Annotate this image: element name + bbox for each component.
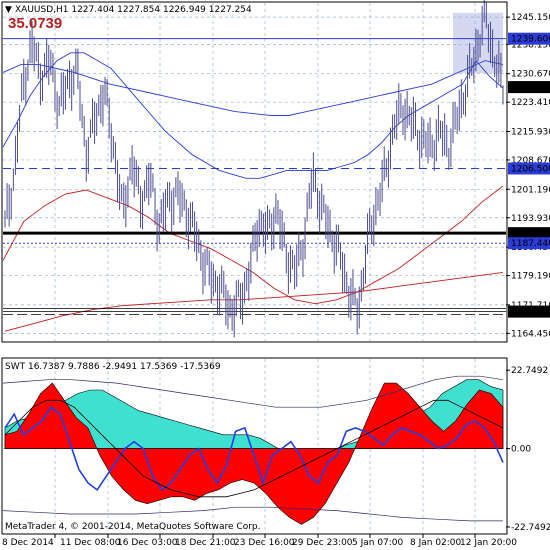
indicator-header: SWT 16.7387 9.7886 -2.9491 17.5369 -17.5… [5, 362, 221, 372]
price-tick-label: 1230.670 [511, 70, 550, 80]
price-tick-label: 1215.930 [511, 127, 550, 137]
time-tick-label: 11 Dec 08:00 [60, 538, 121, 548]
overlay-value: 35.0739 [8, 15, 62, 32]
time-tick-label: 18 Dec 21:00 [175, 538, 236, 548]
price-tick-label: 1245.150 [511, 13, 550, 23]
collapse-arrow-icon[interactable]: ▼ [5, 5, 12, 15]
level-label: 1239.600 [511, 35, 550, 45]
time-tick-label: 5 Jan 07:00 [352, 538, 404, 548]
price-tick-label: 1193.930 [511, 214, 550, 224]
level-label: 1187.440 [511, 239, 550, 249]
price-tick-label: 1201.190 [511, 185, 550, 195]
copyright-text: MetaTrader 4, © 2001-2014, MetaQuotes So… [5, 522, 261, 532]
current-price-label: 1227.254 [511, 83, 550, 93]
level-label: 1170.000 [511, 308, 550, 318]
ind-tick-label: 0.00 [511, 445, 531, 455]
price-tick-label: 1223.410 [511, 98, 550, 108]
time-tick-label: 8 Jan 02:00 [410, 538, 462, 548]
level-label: 1206.500 [511, 164, 550, 174]
time-tick-label: 12 Jan 20:00 [460, 538, 517, 548]
time-tick-label: 23 Dec 16:00 [234, 538, 295, 548]
time-tick-label: 29 Dec 23:00 [292, 538, 353, 548]
time-tick-label: 8 Dec 2014 [2, 538, 54, 548]
price-tick-label: 1179.190 [511, 272, 550, 282]
symbol-info-header: XAUUSD,H1 1227.404 1227.854 1226.949 122… [15, 5, 252, 15]
trading-chart: 1245.1501238.1501230.6701223.4101215.930… [0, 0, 550, 550]
ind-tick-label: -22.7492 [511, 523, 550, 533]
price-tick-label: 1164.450 [511, 329, 550, 339]
time-tick-label: 16 Dec 03:00 [117, 538, 178, 548]
ind-tick-label: 22.7492 [511, 366, 548, 376]
